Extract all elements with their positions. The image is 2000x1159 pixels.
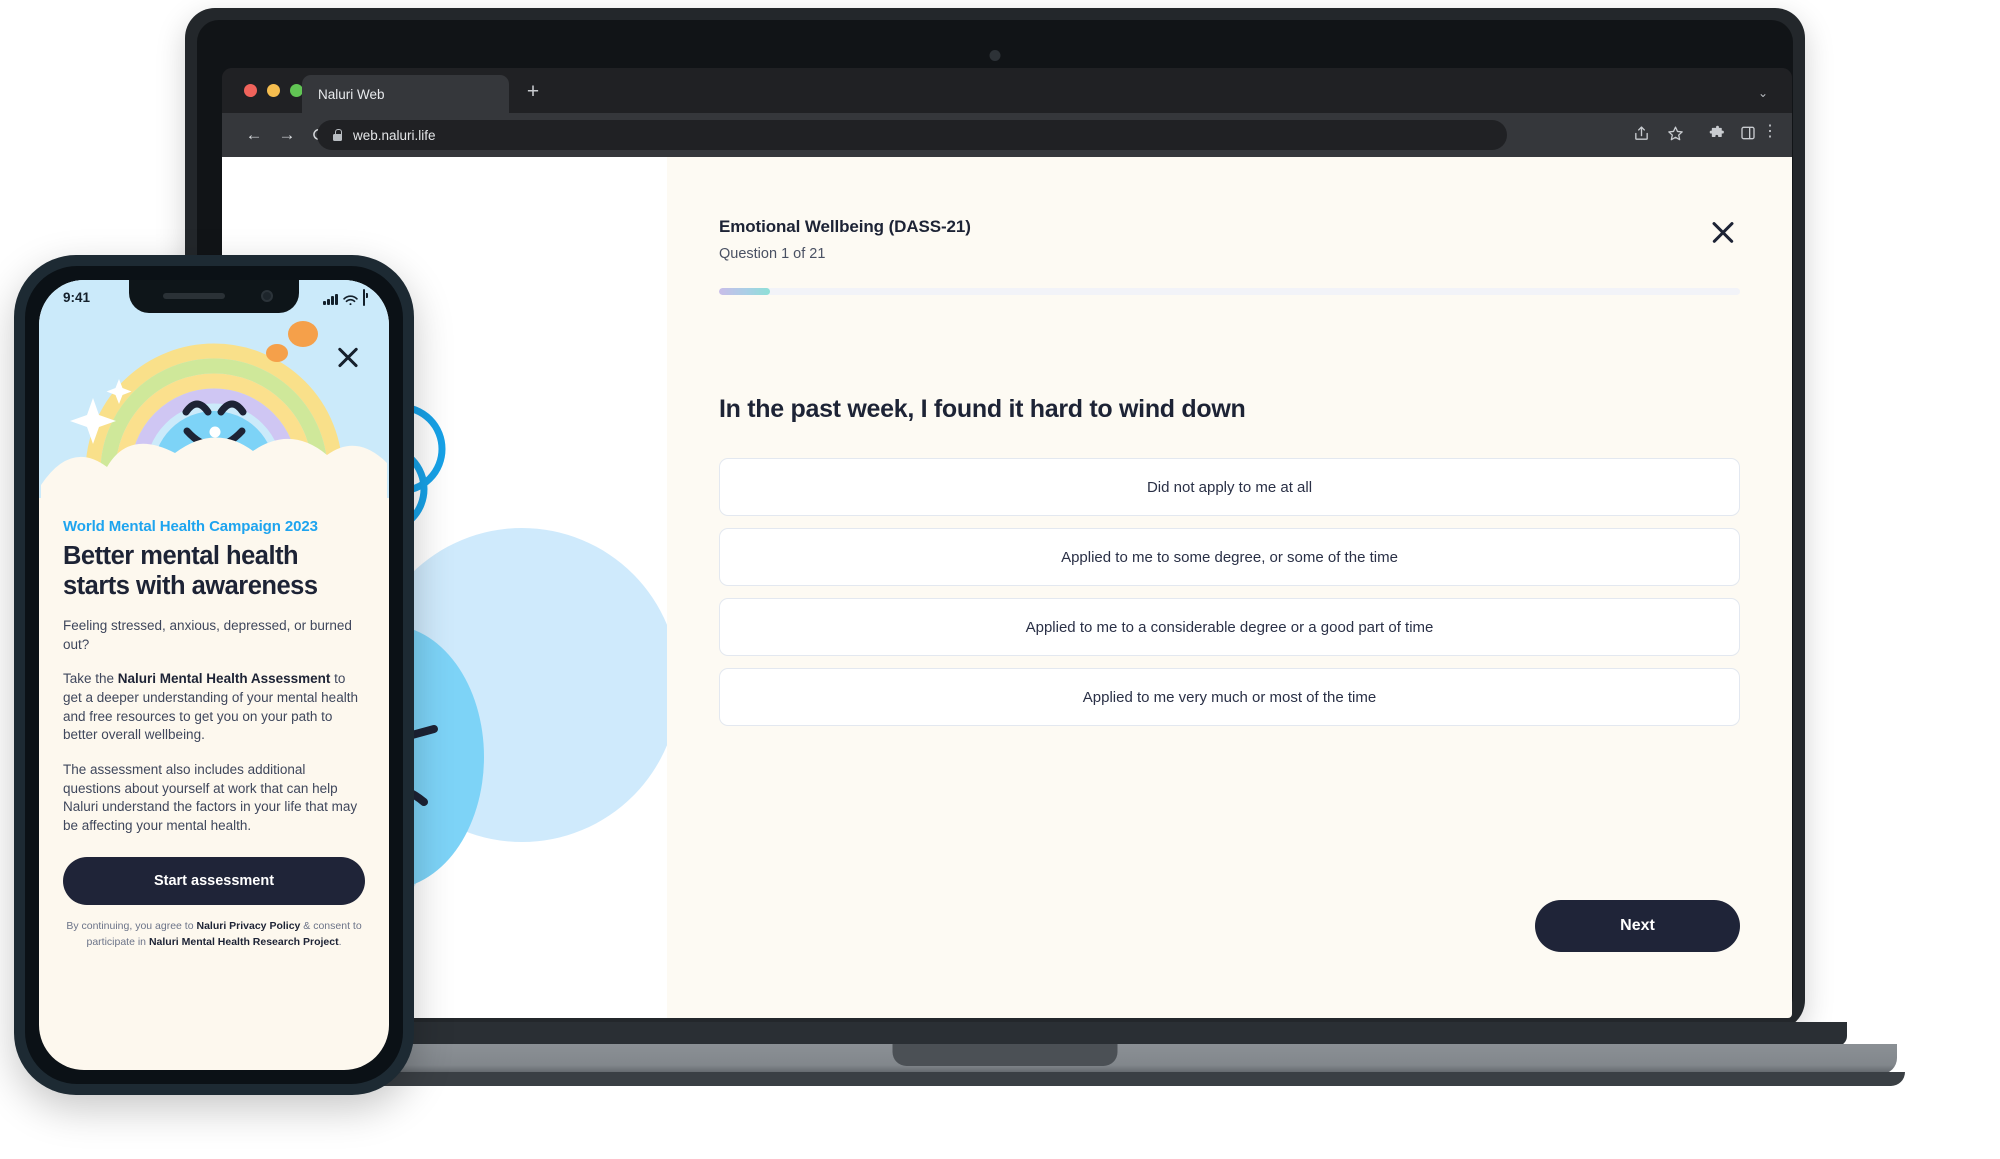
battery-icon bbox=[363, 288, 365, 306]
answer-option[interactable]: Did not apply to me at all bbox=[719, 458, 1740, 516]
battery-tip bbox=[366, 292, 368, 298]
back-icon[interactable]: ← bbox=[244, 125, 264, 145]
phone-headline: Better mental health starts with awarene… bbox=[63, 542, 365, 601]
assessment-link[interactable]: Naluri Mental Health Assessment bbox=[118, 671, 331, 686]
legal-text-1: By continuing, you agree to bbox=[66, 920, 197, 933]
headline-line-1: Better mental health bbox=[63, 542, 299, 570]
new-tab-button[interactable]: + bbox=[522, 81, 544, 104]
answer-option[interactable]: Applied to me to some degree, or some of… bbox=[719, 528, 1740, 586]
screenshot-root: Naluri Web + ⌄ ← → ⟳ web.naluri.life bbox=[0, 0, 2000, 1159]
webcam-icon bbox=[989, 50, 1001, 61]
answer-option-label: Applied to me to a considerable degree o… bbox=[1025, 618, 1434, 636]
assessment-progress-label: Question 1 of 21 bbox=[719, 246, 826, 262]
phone-content: World Mental Health Campaign 2023 Better… bbox=[39, 498, 389, 836]
forward-icon[interactable]: → bbox=[277, 125, 297, 145]
privacy-policy-link[interactable]: Naluri Privacy Policy bbox=[196, 920, 300, 932]
laptop-screen: Naluri Web + ⌄ ← → ⟳ web.naluri.life bbox=[222, 68, 1792, 1018]
browser-tab[interactable]: Naluri Web bbox=[302, 75, 509, 113]
next-button[interactable]: Next bbox=[1535, 900, 1740, 952]
phone-close-icon[interactable] bbox=[333, 342, 363, 372]
assessment-title: Emotional Wellbeing (DASS-21) bbox=[719, 217, 971, 236]
signal-bars-icon bbox=[323, 293, 338, 305]
question-text: In the past week, I found it hard to win… bbox=[719, 395, 1246, 423]
side-panel-icon[interactable] bbox=[1740, 125, 1756, 146]
phone-paragraph-1: Feeling stressed, anxious, depressed, or… bbox=[63, 618, 352, 652]
laptop-base-notch bbox=[892, 1044, 1118, 1066]
phone-cta-container: Start assessment bbox=[39, 835, 389, 906]
window-controls[interactable] bbox=[244, 84, 303, 97]
chevron-down-icon[interactable]: ⌄ bbox=[1758, 86, 1768, 100]
progress-bar bbox=[719, 288, 1740, 295]
progress-bar-fill bbox=[719, 288, 771, 295]
legal-text-3: . bbox=[338, 935, 342, 948]
answer-option-label: Did not apply to me at all bbox=[1146, 478, 1313, 496]
laptop-bezel: Naluri Web + ⌄ ← → ⟳ web.naluri.life bbox=[197, 20, 1793, 1018]
status-time: 9:41 bbox=[63, 289, 91, 305]
start-assessment-button[interactable]: Start assessment bbox=[63, 857, 365, 906]
close-icon[interactable] bbox=[1706, 215, 1740, 249]
web-page: Emotional Wellbeing (DASS-21) Question 1… bbox=[222, 157, 1792, 1018]
lock-icon bbox=[333, 129, 342, 141]
laptop-lid: Naluri Web + ⌄ ← → ⟳ web.naluri.life bbox=[185, 8, 1805, 1030]
phone-screen: 9:41 World Mental Health Campaign 2023 B… bbox=[39, 280, 389, 1070]
phone-inner-bezel: 9:41 World Mental Health Campaign 2023 B… bbox=[25, 266, 403, 1084]
bookmark-star-icon[interactable] bbox=[1667, 125, 1684, 147]
wifi-icon bbox=[343, 294, 358, 305]
answer-option[interactable]: Applied to me very much or most of the t… bbox=[719, 668, 1740, 726]
campaign-eyebrow: World Mental Health Campaign 2023 bbox=[63, 518, 318, 535]
browser-tabstrip: Naluri Web + ⌄ bbox=[222, 68, 1792, 113]
minimize-window-button[interactable] bbox=[267, 84, 280, 97]
phone-paragraph-2: Take the Naluri Mental Health Assessment… bbox=[63, 670, 365, 745]
laptop-device: Naluri Web + ⌄ ← → ⟳ web.naluri.life bbox=[89, 8, 1905, 1086]
assessment-panel: Emotional Wellbeing (DASS-21) Question 1… bbox=[667, 157, 1792, 1018]
extensions-puzzle-icon[interactable] bbox=[1709, 125, 1726, 147]
para2-before: Take the bbox=[63, 671, 118, 687]
address-bar[interactable]: web.naluri.life bbox=[317, 120, 1507, 150]
share-icon[interactable] bbox=[1633, 125, 1650, 147]
answer-option-label: Applied to me to some degree, or some of… bbox=[1061, 548, 1398, 566]
status-indicators bbox=[323, 288, 368, 306]
phone-status-bar: 9:41 bbox=[39, 280, 389, 314]
browser-tab-title: Naluri Web bbox=[318, 86, 385, 102]
research-project-link[interactable]: Naluri Mental Health Research Project bbox=[149, 936, 339, 948]
phone-frame: 9:41 World Mental Health Campaign 2023 B… bbox=[14, 255, 414, 1095]
close-window-button[interactable] bbox=[244, 84, 257, 97]
answer-option-label: Applied to me very much or most of the t… bbox=[1082, 688, 1377, 706]
headline-line-2: starts with awareness bbox=[63, 571, 318, 600]
next-button-container: Next bbox=[1535, 900, 1740, 952]
address-bar-url: web.naluri.life bbox=[353, 127, 436, 143]
answer-option[interactable]: Applied to me to a considerable degree o… bbox=[719, 598, 1740, 656]
answer-options-list: Did not apply to me at all Applied to me … bbox=[719, 458, 1740, 726]
overflow-menu-icon[interactable]: ⋮ bbox=[1762, 124, 1778, 140]
phone-legal-text: By continuing, you agree to Naluri Priva… bbox=[39, 905, 389, 950]
phone-paragraph-3: The assessment also includes additional … bbox=[63, 761, 358, 833]
phone-device: 9:41 World Mental Health Campaign 2023 B… bbox=[14, 255, 414, 1095]
